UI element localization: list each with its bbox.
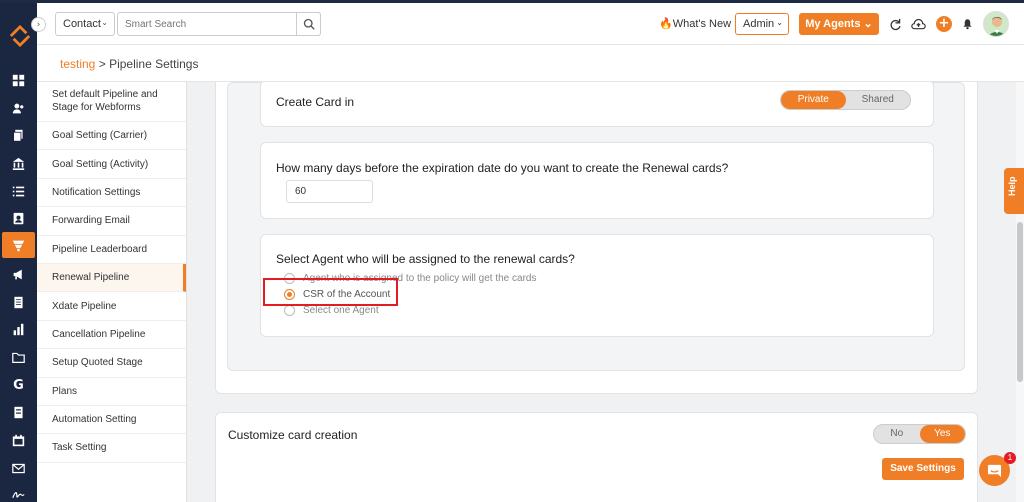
customize-card-section: Customize card creation No Yes bbox=[215, 412, 978, 502]
expand-sidebar-button[interactable]: › bbox=[31, 17, 46, 32]
breadcrumb-bar: testing > Pipeline Settings bbox=[37, 45, 1024, 82]
radio-button[interactable] bbox=[284, 305, 295, 316]
icon-rail: › G bbox=[0, 3, 46, 502]
reports-icon[interactable] bbox=[0, 316, 37, 342]
add-new-button[interactable]: + bbox=[936, 16, 952, 32]
megaphone-icon[interactable] bbox=[0, 261, 37, 287]
cloud-upload-icon[interactable] bbox=[910, 16, 926, 32]
smart-search-input[interactable] bbox=[118, 13, 293, 35]
pipeline-icon[interactable] bbox=[2, 232, 35, 258]
renewal-days-question: How many days before the expiration date… bbox=[276, 161, 729, 175]
breadcrumb: testing > Pipeline Settings bbox=[60, 57, 198, 71]
folder-icon[interactable] bbox=[0, 344, 37, 370]
breadcrumb-parent-link[interactable]: testing bbox=[60, 57, 95, 71]
breadcrumb-separator: > bbox=[98, 57, 106, 71]
search-icon bbox=[303, 18, 315, 30]
settings-item-xdate-pipeline[interactable]: Xdate Pipeline bbox=[37, 292, 186, 321]
whats-new-label: What's New bbox=[672, 18, 732, 30]
smart-search-box bbox=[117, 12, 321, 36]
fire-icon: 🔥 bbox=[659, 18, 673, 30]
create-card-shared-option[interactable]: Shared bbox=[846, 91, 911, 109]
whats-new-link[interactable]: 🔥What's New bbox=[659, 17, 731, 30]
settings-item-notification[interactable]: Notification Settings bbox=[37, 179, 186, 208]
app-logo-icon[interactable] bbox=[9, 25, 31, 47]
top-bar: Contact ⌄ 🔥What's New Admin ⌄ My Agents … bbox=[37, 3, 1024, 45]
assign-agent-question: Select Agent who will be assigned to the… bbox=[276, 252, 575, 266]
assign-option-select-agent[interactable]: Select one Agent bbox=[284, 305, 379, 316]
google-icon[interactable]: G bbox=[0, 372, 37, 398]
annotation-highlight-box bbox=[263, 278, 398, 306]
chat-icon bbox=[987, 464, 1002, 477]
settings-item-cancellation-pipeline[interactable]: Cancellation Pipeline bbox=[37, 321, 186, 350]
create-card-title: Create Card in bbox=[276, 95, 355, 109]
admin-select-label: Admin bbox=[743, 18, 775, 30]
page-scrollbar[interactable] bbox=[1016, 82, 1024, 502]
help-tab-label: Help bbox=[1007, 176, 1017, 196]
user-avatar[interactable] bbox=[983, 11, 1009, 37]
signature-icon[interactable] bbox=[0, 481, 37, 502]
customize-card-toggle[interactable]: No Yes bbox=[873, 424, 966, 444]
contact-card-icon[interactable] bbox=[0, 205, 37, 231]
refresh-icon[interactable] bbox=[887, 16, 903, 32]
admin-select[interactable]: Admin ⌄ bbox=[735, 13, 789, 35]
contacts-icon[interactable] bbox=[0, 95, 37, 121]
create-card-section: Create Card in Private Shared bbox=[260, 82, 934, 127]
my-agents-label: My Agents bbox=[805, 18, 861, 30]
documents-icon[interactable] bbox=[0, 122, 37, 148]
settings-item-plans[interactable]: Plans bbox=[37, 378, 186, 406]
chevron-down-icon: ⌄ bbox=[101, 18, 108, 27]
main-content: Create Card in Private Shared How many d… bbox=[187, 82, 1024, 502]
search-button[interactable] bbox=[296, 12, 321, 36]
contact-type-select[interactable]: Contact ⌄ bbox=[55, 12, 115, 36]
create-card-toggle[interactable]: Private Shared bbox=[780, 90, 911, 110]
settings-item-webforms[interactable]: Set default Pipeline and Stage for Webfo… bbox=[37, 82, 186, 122]
chevron-down-icon: ⌄ bbox=[776, 18, 783, 27]
renewal-days-section: How many days before the expiration date… bbox=[260, 142, 934, 219]
save-settings-button[interactable]: Save Settings bbox=[882, 458, 964, 480]
scrollbar-thumb[interactable] bbox=[1017, 222, 1023, 382]
my-agents-button[interactable]: My Agents ⌄ bbox=[799, 13, 879, 35]
renewal-days-input[interactable]: 60 bbox=[286, 180, 373, 203]
bank-icon[interactable] bbox=[0, 150, 37, 176]
settings-item-quoted-stage[interactable]: Setup Quoted Stage bbox=[37, 349, 186, 378]
list-icon[interactable] bbox=[0, 178, 37, 204]
settings-item-renewal-pipeline[interactable]: Renewal Pipeline bbox=[37, 263, 186, 293]
assign-option-select-agent-label: Select one Agent bbox=[303, 305, 379, 316]
settings-list: Set default Pipeline and Stage for Webfo… bbox=[37, 82, 187, 502]
settings-item-automation[interactable]: Automation Setting bbox=[37, 406, 186, 435]
settings-item-goal-activity[interactable]: Goal Setting (Activity) bbox=[37, 150, 186, 179]
notes-icon[interactable] bbox=[0, 289, 37, 315]
app-root: › G Contact ⌄ Smart Search 🔥What's New A… bbox=[0, 0, 1024, 502]
breadcrumb-current: Pipeline Settings bbox=[109, 57, 199, 71]
settings-item-pipeline-leaderboard[interactable]: Pipeline Leaderboard bbox=[37, 236, 186, 264]
chat-unread-badge: 1 bbox=[1004, 452, 1016, 464]
calendar-icon[interactable] bbox=[0, 427, 37, 453]
bell-icon[interactable] bbox=[959, 16, 975, 32]
customize-card-label: Customize card creation bbox=[228, 428, 358, 442]
chevron-down-icon: ⌄ bbox=[863, 18, 873, 30]
help-tab[interactable]: Help bbox=[1004, 168, 1024, 214]
mail-icon[interactable] bbox=[0, 455, 37, 481]
settings-item-task-setting[interactable]: Task Setting bbox=[37, 434, 186, 463]
dashboard-icon[interactable] bbox=[0, 67, 37, 93]
settings-item-forwarding-email[interactable]: Forwarding Email bbox=[37, 207, 186, 236]
contact-type-label: Contact bbox=[63, 18, 101, 30]
billing-icon[interactable] bbox=[0, 399, 37, 425]
settings-item-goal-carrier[interactable]: Goal Setting (Carrier) bbox=[37, 122, 186, 151]
create-card-private-option[interactable]: Private bbox=[781, 91, 846, 109]
customize-no-option[interactable]: No bbox=[874, 425, 920, 443]
customize-yes-option[interactable]: Yes bbox=[919, 425, 965, 443]
